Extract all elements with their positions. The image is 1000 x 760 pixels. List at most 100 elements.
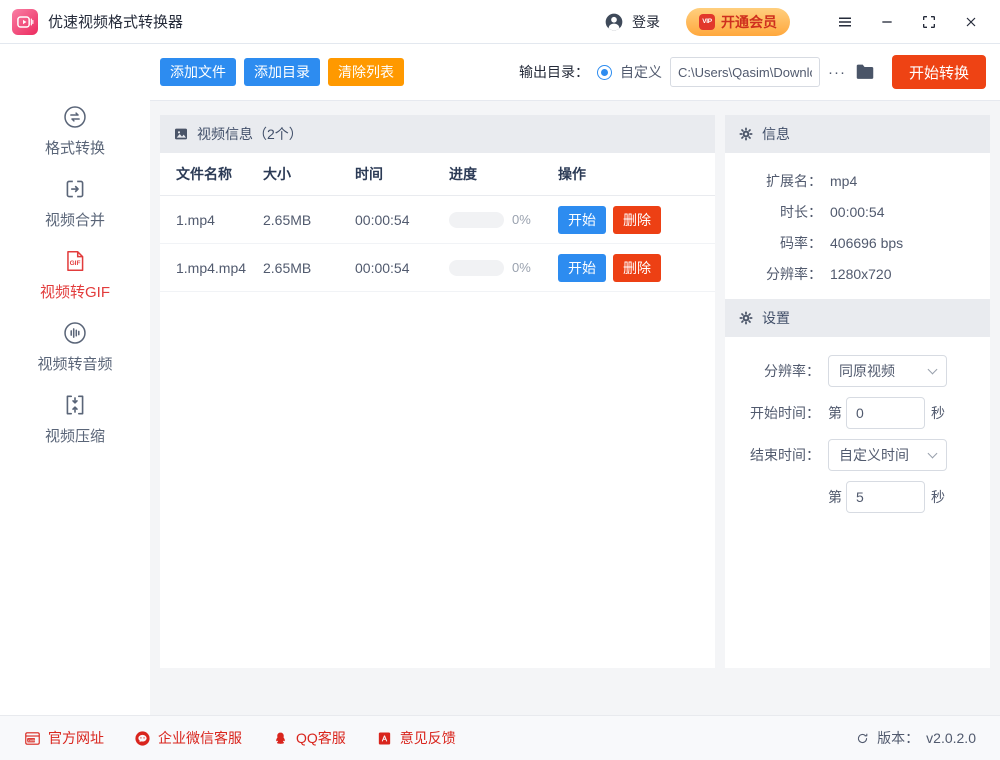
gear-icon <box>738 126 754 142</box>
file-time: 00:00:54 <box>355 260 449 276</box>
progress-bar <box>449 212 504 228</box>
chevron-down-icon <box>928 448 938 458</box>
app-window: 优速视频格式转换器 登录 VIP 开通会员 格式转换 视频 <box>0 0 1000 760</box>
resolution-value: 同原视频 <box>839 361 895 381</box>
output-path-input[interactable] <box>670 57 820 87</box>
file-size: 2.65MB <box>263 260 355 276</box>
file-size: 2.65MB <box>263 212 355 228</box>
qq-support-link[interactable]: QQ客服 <box>272 728 346 748</box>
info-label: 码率： <box>725 233 822 253</box>
video-list-panel: 视频信息（2个） 文件名称 大小 时间 进度 操作 1.mp4 2.65MB 0… <box>160 115 715 668</box>
custom-radio[interactable] <box>597 65 612 80</box>
row-delete-button[interactable]: 删除 <box>613 206 661 234</box>
website-icon: .com <box>24 730 41 747</box>
open-vip-button[interactable]: VIP 开通会员 <box>686 8 790 36</box>
close-icon <box>963 14 979 30</box>
footer-link-label: QQ客服 <box>296 728 346 748</box>
feedback-icon <box>376 730 393 747</box>
info-body: 扩展名：mp4 时长：00:00:54 码率：406696 bps 分辨率：12… <box>725 153 990 299</box>
sidebar-item-label: 视频转GIF <box>40 281 110 302</box>
info-value-extension: mp4 <box>830 173 857 189</box>
maximize-button[interactable] <box>918 11 940 33</box>
info-label: 时长： <box>725 202 822 222</box>
wechat-icon <box>134 730 151 747</box>
progress-bar <box>449 260 504 276</box>
add-file-button[interactable]: 添加文件 <box>160 58 236 86</box>
close-button[interactable] <box>960 11 982 33</box>
vip-label: 开通会员 <box>721 12 777 32</box>
end-time-input[interactable] <box>846 481 925 513</box>
image-icon <box>173 126 189 142</box>
sidebar-item-label: 视频合并 <box>45 209 105 230</box>
sidebar-item-label: 格式转换 <box>45 137 105 158</box>
row-start-button[interactable]: 开始 <box>558 206 606 234</box>
col-action: 操作 <box>558 164 715 184</box>
settings-section-title: 设置 <box>762 308 790 328</box>
menu-button[interactable] <box>834 11 856 33</box>
footer-link-label: 官方网址 <box>48 728 104 748</box>
vip-badge-icon: VIP <box>699 14 715 30</box>
row-delete-button[interactable]: 删除 <box>613 254 661 282</box>
open-folder-button[interactable] <box>854 61 876 83</box>
progress-percent: 0% <box>512 212 531 227</box>
sidebar-item-video-merge[interactable]: 视频合并 <box>0 176 150 230</box>
minimize-button[interactable] <box>876 11 898 33</box>
start-time-label: 开始时间： <box>725 403 820 423</box>
sidebar: 格式转换 视频合并 GIF 视频转GIF 视频转音频 视频压缩 <box>0 44 150 715</box>
gear-icon <box>738 310 754 326</box>
gif-file-icon: GIF <box>62 248 88 274</box>
login-button[interactable]: 登录 <box>604 12 660 32</box>
info-label: 分辨率： <box>725 264 822 284</box>
custom-radio-label: 自定义 <box>620 62 662 82</box>
login-label: 登录 <box>632 12 660 32</box>
refresh-icon[interactable] <box>855 731 870 746</box>
feedback-link[interactable]: 意见反馈 <box>376 728 456 748</box>
version-label: 版本： <box>877 728 919 748</box>
right-panel: 信息 扩展名：mp4 时长：00:00:54 码率：406696 bps 分辨率… <box>725 115 990 668</box>
sidebar-item-video-to-audio[interactable]: 视频转音频 <box>0 320 150 374</box>
end-time-mode-select[interactable]: 自定义时间 <box>828 439 947 471</box>
row-start-button[interactable]: 开始 <box>558 254 606 282</box>
maximize-icon <box>921 14 937 30</box>
file-name: 1.mp4.mp4 <box>160 260 263 276</box>
official-website-link[interactable]: .com 官方网址 <box>24 728 104 748</box>
video-to-audio-icon <box>62 320 88 346</box>
video-list-title: 视频信息（2个） <box>197 124 303 144</box>
end-time-mode-value: 自定义时间 <box>839 445 909 465</box>
add-folder-button[interactable]: 添加目录 <box>244 58 320 86</box>
sidebar-item-video-compress[interactable]: 视频压缩 <box>0 392 150 446</box>
resolution-select[interactable]: 同原视频 <box>828 355 947 387</box>
start-convert-button[interactable]: 开始转换 <box>892 55 986 89</box>
toolbar: 添加文件 添加目录 清除列表 输出目录： 自定义 ··· 开始转换 <box>150 44 1000 101</box>
sidebar-item-label: 视频压缩 <box>45 425 105 446</box>
browse-more-button[interactable]: ··· <box>828 64 846 81</box>
unit-suffix: 秒 <box>931 487 945 507</box>
footer-link-label: 意见反馈 <box>400 728 456 748</box>
sidebar-item-video-to-gif[interactable]: GIF 视频转GIF <box>0 248 150 302</box>
footer: .com 官方网址 企业微信客服 QQ客服 意见反馈 版本： v2.0.2.0 <box>0 715 1000 760</box>
wechat-support-link[interactable]: 企业微信客服 <box>134 728 242 748</box>
video-merge-icon <box>62 176 88 202</box>
chevron-down-icon <box>928 364 938 374</box>
main-area: 添加文件 添加目录 清除列表 输出目录： 自定义 ··· 开始转换 <box>150 44 1000 715</box>
info-section-title: 信息 <box>762 124 790 144</box>
qq-icon <box>272 730 289 747</box>
col-filename: 文件名称 <box>160 164 263 184</box>
app-title: 优速视频格式转换器 <box>48 11 183 32</box>
app-logo-icon <box>12 9 38 35</box>
clear-list-button[interactable]: 清除列表 <box>328 58 404 86</box>
end-time-label: 结束时间： <box>725 445 820 465</box>
version-info: 版本： v2.0.2.0 <box>855 728 976 748</box>
video-compress-icon <box>62 392 88 418</box>
file-time: 00:00:54 <box>355 212 449 228</box>
table-header-row: 文件名称 大小 时间 进度 操作 <box>160 153 715 196</box>
unit-prefix: 第 <box>828 403 842 423</box>
format-convert-icon <box>62 104 88 130</box>
progress-percent: 0% <box>512 260 531 275</box>
info-value-resolution: 1280x720 <box>830 266 892 282</box>
start-time-input[interactable] <box>846 397 925 429</box>
unit-prefix: 第 <box>828 487 842 507</box>
settings-section-header: 设置 <box>725 299 990 337</box>
sidebar-item-format-convert[interactable]: 格式转换 <box>0 104 150 158</box>
col-size: 大小 <box>263 164 355 184</box>
